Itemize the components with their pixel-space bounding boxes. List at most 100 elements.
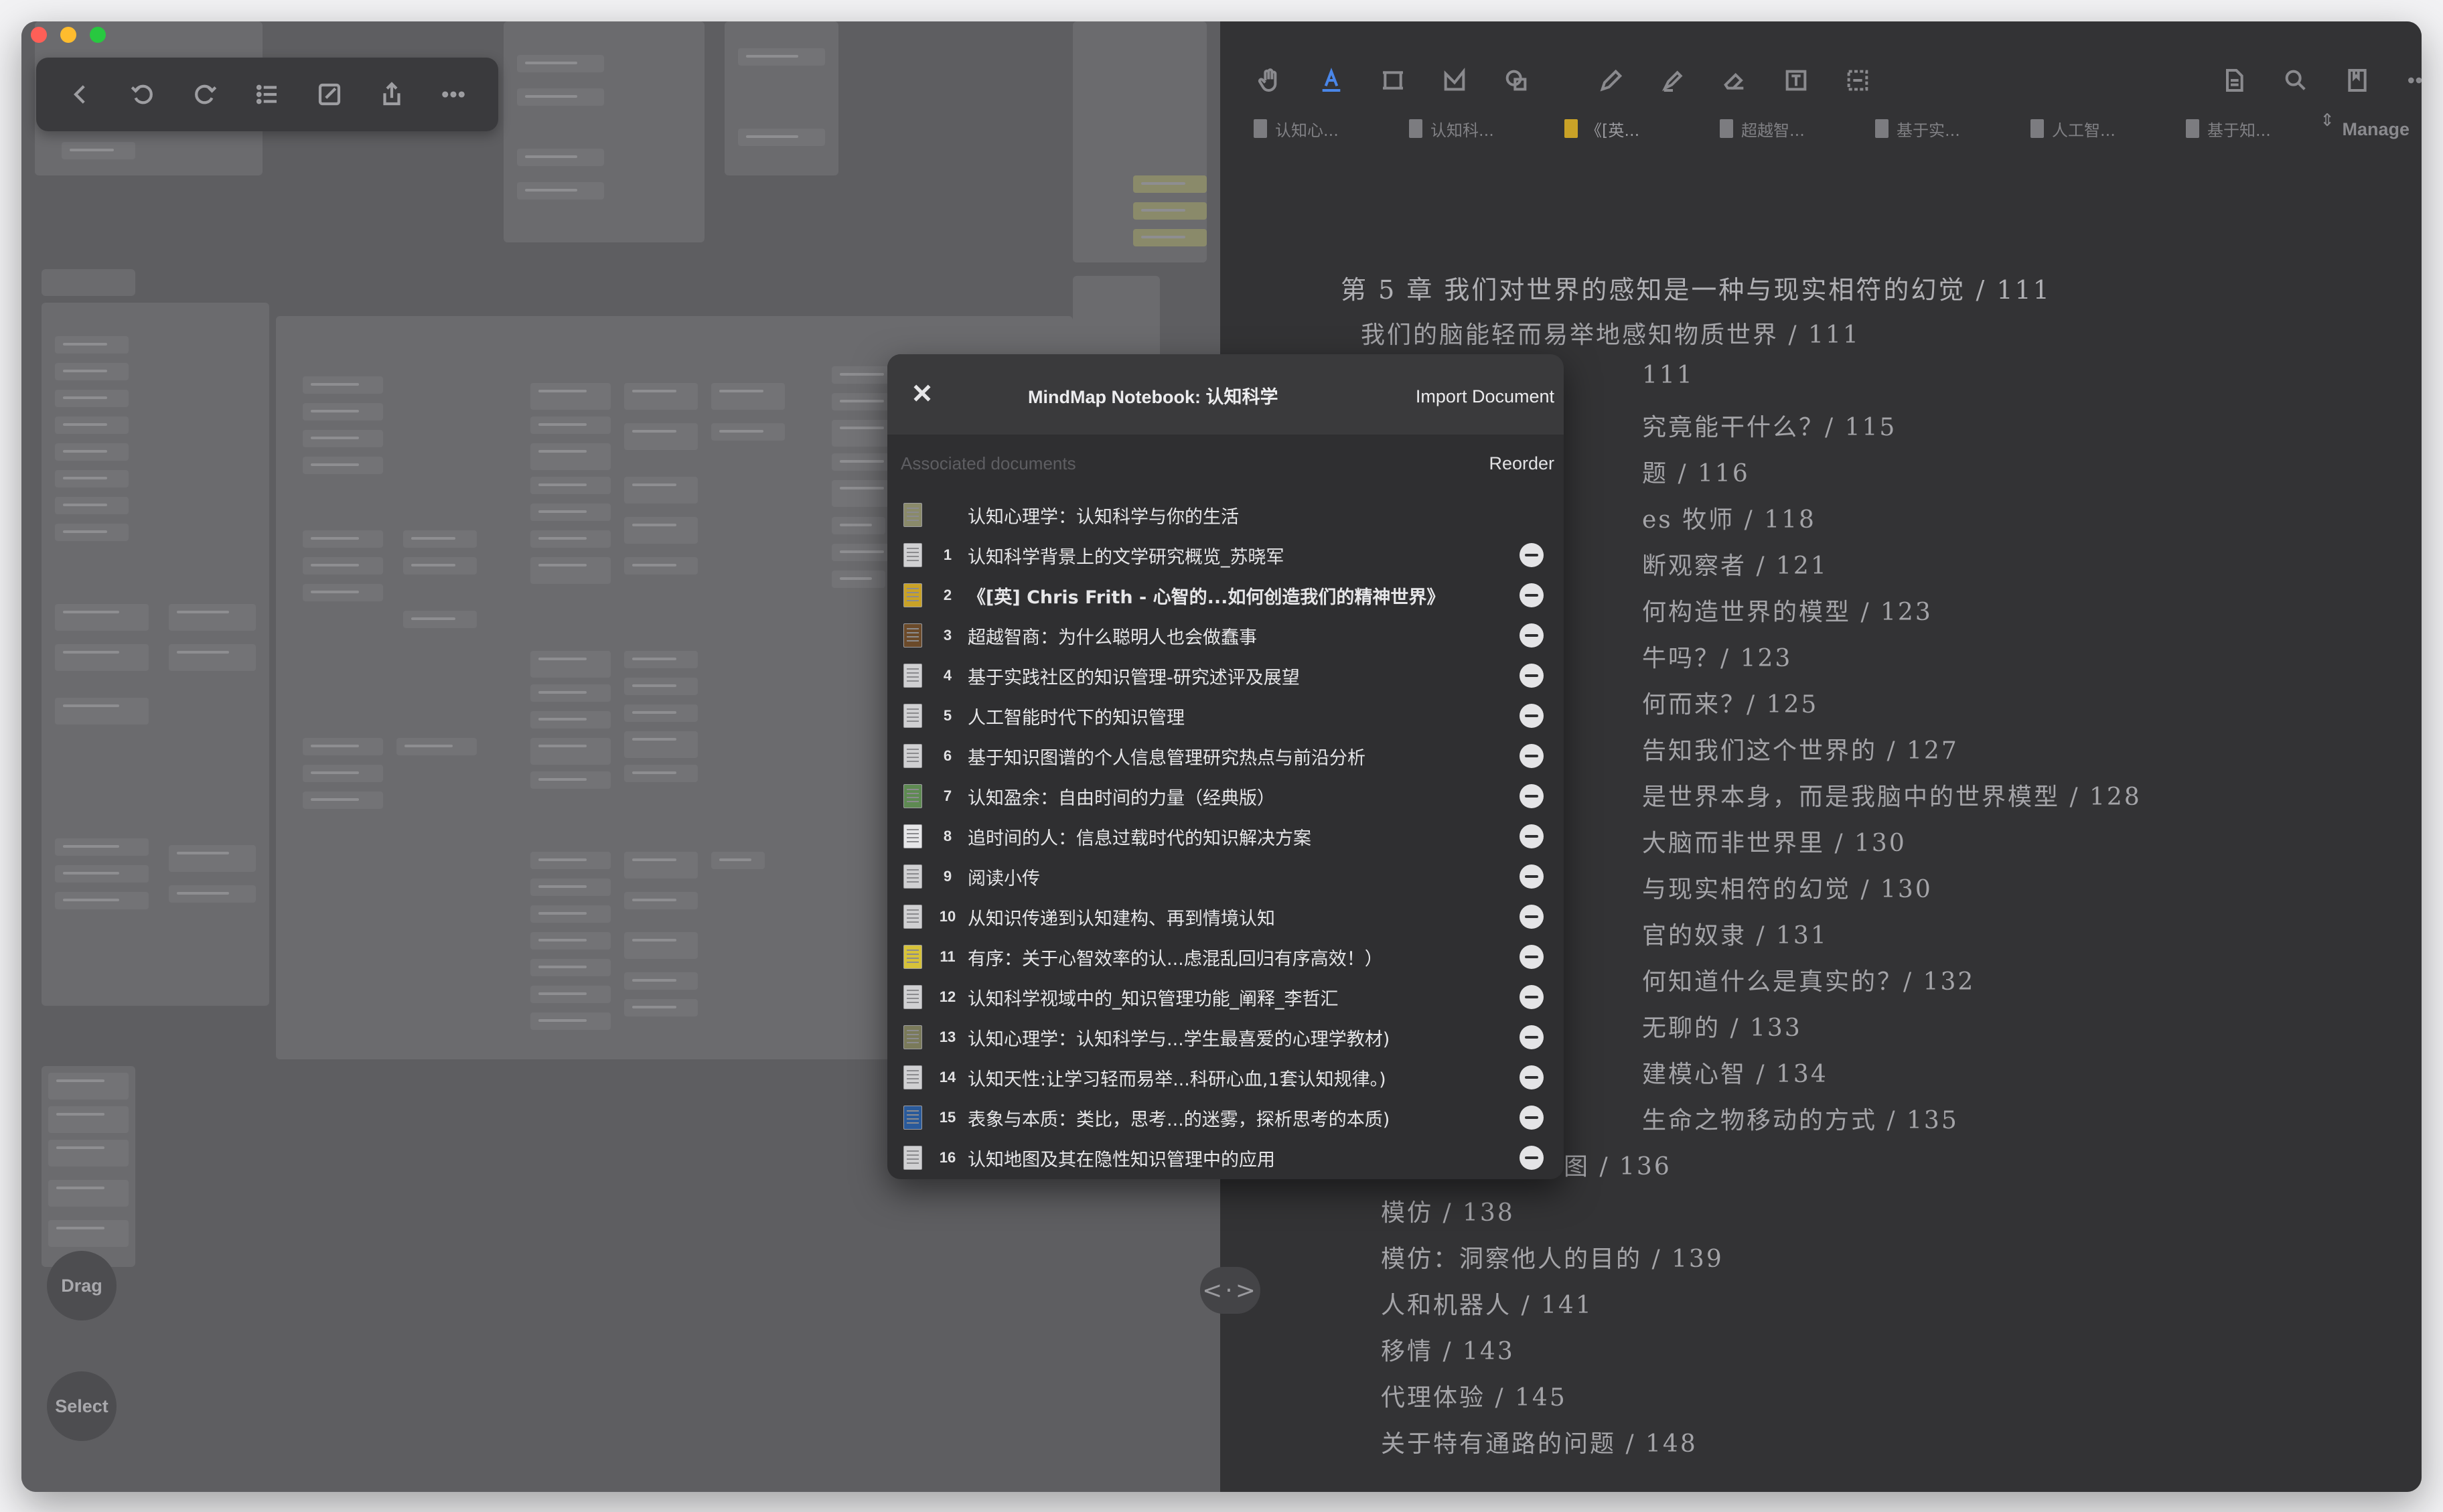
document-icon[interactable] <box>2218 64 2250 96</box>
document-row[interactable]: 14 认知天性:让学习轻而易举...科研心血,1套认知规律。) <box>887 1057 1564 1098</box>
shapes-icon[interactable] <box>1500 64 1532 96</box>
mindmap-node[interactable] <box>530 443 611 470</box>
rectangle-select-icon[interactable] <box>1377 64 1409 96</box>
mindmap-node[interactable] <box>530 651 611 678</box>
mindmap-node[interactable] <box>530 986 611 1003</box>
mindmap-node[interactable] <box>303 376 383 394</box>
mindmap-node[interactable] <box>48 1220 129 1247</box>
document-row[interactable]: 6 基于知识图谱的个人信息管理研究热点与前沿分析 <box>887 736 1564 776</box>
remove-document-icon[interactable] <box>1520 824 1544 848</box>
toc-entry[interactable]: 题 / 116 <box>1642 454 1750 489</box>
document-row[interactable]: 5 人工智能时代下的知识管理 <box>887 696 1564 736</box>
mindmap-group[interactable] <box>725 21 838 175</box>
mindmap-node[interactable] <box>55 336 129 354</box>
toc-entry[interactable]: 无聊的 / 133 <box>1642 1008 1802 1043</box>
mindmap-node[interactable] <box>530 1012 611 1030</box>
mindmap-node[interactable] <box>1133 229 1207 246</box>
remove-document-icon[interactable] <box>1520 664 1544 688</box>
toc-entry[interactable]: 究竟能干什么？/ 115 <box>1642 408 1897 443</box>
select-button[interactable]: Select <box>47 1371 117 1441</box>
mindmap-group[interactable] <box>42 269 135 296</box>
mindmap-node[interactable] <box>303 403 383 421</box>
mindmap-node[interactable] <box>530 932 611 950</box>
close-window-button[interactable] <box>31 27 47 43</box>
mindmap-node[interactable] <box>55 443 129 461</box>
mindmap-group[interactable] <box>1073 21 1207 262</box>
mindmap-node[interactable] <box>303 738 383 755</box>
reorder-button[interactable]: Reorder <box>1489 453 1554 474</box>
mindmap-node[interactable] <box>530 557 611 584</box>
remove-document-icon[interactable] <box>1520 985 1544 1009</box>
toc-entry[interactable]: 关于特有通路的问题 / 148 <box>1381 1424 1698 1459</box>
mindmap-node[interactable] <box>624 704 698 722</box>
mindmap-node[interactable] <box>711 852 765 869</box>
mindmap-node[interactable] <box>711 383 785 410</box>
mindmap-node[interactable] <box>832 517 885 534</box>
mindmap-node[interactable] <box>396 738 477 755</box>
more-icon[interactable] <box>433 74 473 115</box>
mindmap-node[interactable] <box>55 644 149 671</box>
mindmap-node[interactable] <box>303 791 383 809</box>
document-row[interactable]: 13 认知心理学：认知科学与...学生最喜爱的心理学教材) <box>887 1017 1564 1057</box>
toc-entry[interactable]: 官的奴隶 / 131 <box>1642 916 1828 951</box>
mindmap-node[interactable] <box>1133 202 1207 220</box>
mindmap-node[interactable] <box>303 557 383 575</box>
remove-document-icon[interactable] <box>1520 1146 1544 1170</box>
toc-entry[interactable]: 牛吗？/ 123 <box>1642 639 1792 674</box>
toc-entry[interactable]: 何而来？/ 125 <box>1642 685 1818 720</box>
edit-icon[interactable] <box>309 74 350 115</box>
mindmap-node[interactable] <box>530 477 611 494</box>
document-row[interactable]: 2 《[英] Chris Frith - 心智的...如何创造我们的精神世界》 <box>887 575 1564 615</box>
tab-document[interactable]: 人工智... <box>1997 117 2152 141</box>
remove-document-icon[interactable] <box>1520 623 1544 648</box>
remove-document-icon[interactable] <box>1520 784 1544 808</box>
hand-tool-icon[interactable] <box>1254 64 1286 96</box>
mindmap-node[interactable] <box>62 142 135 159</box>
redo-icon[interactable] <box>185 74 225 115</box>
mindmap-node[interactable] <box>624 731 698 758</box>
mindmap-node[interactable] <box>48 1140 129 1166</box>
mindmap-node[interactable] <box>624 557 698 575</box>
crop-select-icon[interactable] <box>1842 64 1874 96</box>
remove-document-icon[interactable] <box>1520 583 1544 607</box>
tab-document[interactable]: 认知科... <box>1376 117 1531 141</box>
mindmap-node[interactable] <box>169 644 256 671</box>
remove-document-icon[interactable] <box>1520 1106 1544 1130</box>
mindmap-node[interactable] <box>169 885 256 903</box>
toc-entry[interactable]: 模仿 / 138 <box>1381 1193 1515 1228</box>
mindmap-node[interactable] <box>530 852 611 869</box>
close-icon[interactable] <box>901 372 944 414</box>
toc-entry[interactable]: 是世界本身，而是我脑中的世界模型 / 128 <box>1642 777 2142 812</box>
mindmap-node[interactable] <box>624 999 698 1016</box>
bookmark-icon[interactable] <box>2341 64 2373 96</box>
toc-entry[interactable]: 建模心智 / 134 <box>1642 1055 1828 1089</box>
mindmap-node[interactable] <box>530 711 611 729</box>
mindmap-node[interactable] <box>624 383 698 410</box>
toc-entry[interactable]: es 牧师 / 118 <box>1642 500 1816 535</box>
document-row[interactable]: 9 阅读小传 <box>887 856 1564 897</box>
toc-entry[interactable]: 与现实相符的幻觉 / 130 <box>1642 870 1933 905</box>
mindmap-node[interactable] <box>517 182 604 200</box>
mindmap-node[interactable] <box>530 504 611 521</box>
mindmap-node[interactable] <box>624 651 698 668</box>
toc-entry[interactable]: 模仿：洞察他人的目的 / 139 <box>1381 1239 1724 1274</box>
pen-icon[interactable] <box>1595 64 1627 96</box>
mindmap-node[interactable] <box>624 852 698 879</box>
document-row[interactable]: 1 认知科学背景上的文学研究概览_苏晓军 <box>887 535 1564 575</box>
minimize-window-button[interactable] <box>60 27 76 43</box>
undo-icon[interactable] <box>123 74 163 115</box>
toc-entry[interactable]: 何知道什么是真实的？/ 132 <box>1642 962 1975 997</box>
back-icon[interactable] <box>60 74 100 115</box>
mindmap-node[interactable] <box>48 1073 129 1100</box>
mindmap-node[interactable] <box>55 865 149 883</box>
toc-entry[interactable]: 移情 / 143 <box>1381 1332 1515 1367</box>
mindmap-node[interactable] <box>55 838 149 856</box>
remove-document-icon[interactable] <box>1520 864 1544 889</box>
drag-button[interactable]: Drag <box>47 1251 117 1320</box>
import-document-button[interactable]: Import Document <box>1416 386 1554 407</box>
toc-entry[interactable]: 我们的脑能轻而易举地感知物质世界 / 111 <box>1361 315 1860 350</box>
mindmap-node[interactable] <box>517 149 604 166</box>
tab-document[interactable]: 认知心... <box>1220 117 1376 141</box>
mindmap-node[interactable] <box>55 892 149 909</box>
toc-chapter-heading[interactable]: 第 5 章 我们对世界的感知是一种与现实相符的幻觉 / 111 <box>1341 269 2051 306</box>
